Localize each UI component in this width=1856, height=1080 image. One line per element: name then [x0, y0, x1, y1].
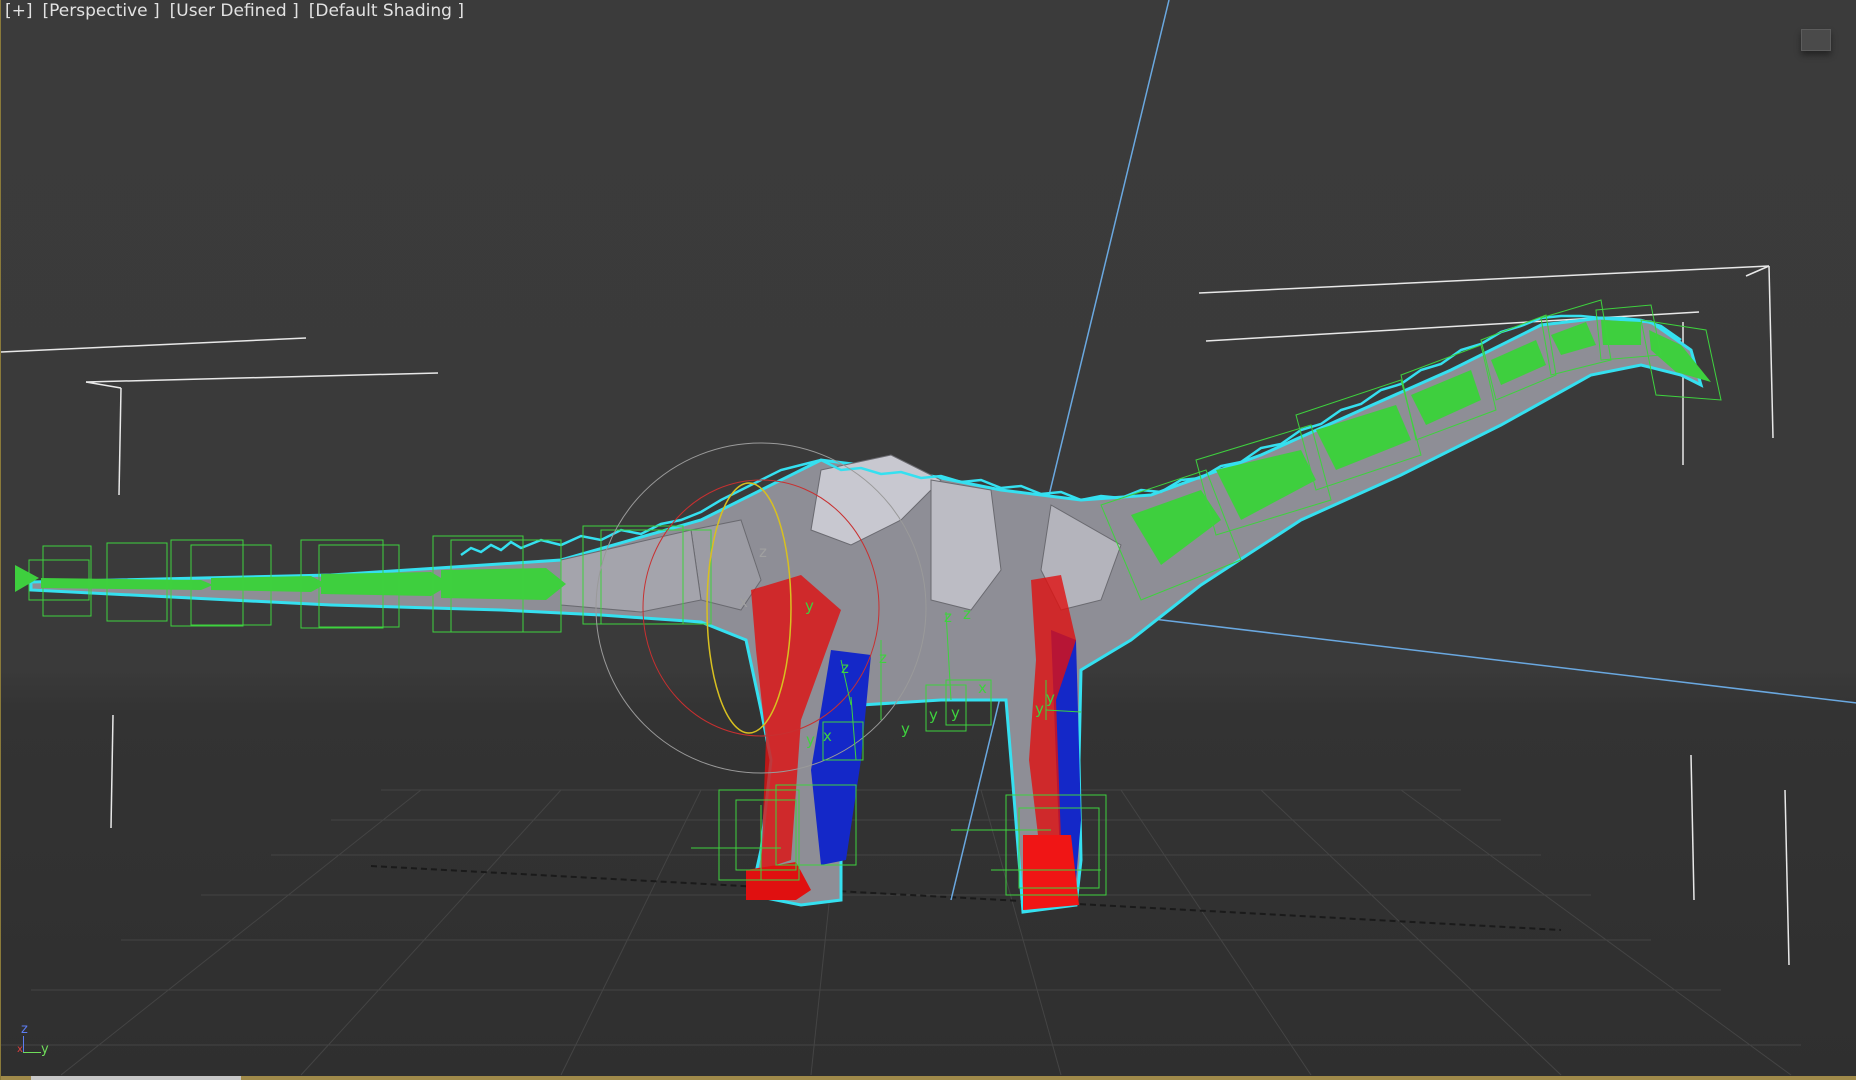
neck-bone: [1601, 320, 1641, 345]
axis-tripod: z y x: [17, 1022, 57, 1062]
ground-grid: [1, 789, 1801, 1076]
viewport-standard-label[interactable]: [User Defined ]: [170, 1, 299, 21]
scene-canvas[interactable]: z y x y z z z y x y x y y y z: [1, 0, 1856, 1080]
gizmo-label: y: [951, 704, 960, 722]
viewport-plus-menu[interactable]: [+]: [5, 1, 33, 21]
axis-z-label: z: [21, 1022, 28, 1037]
axis-z-line: [23, 1036, 24, 1052]
gizmo-label: y: [1035, 700, 1044, 718]
viewport-point-of-view-label[interactable]: [Perspective ]: [43, 1, 160, 21]
gizmo-label: z: [879, 649, 887, 667]
gizmo-label: z: [841, 659, 849, 677]
tail-bone: [211, 576, 326, 592]
perspective-viewport[interactable]: z y x y z z z y x y x y y y z [+] [Persp…: [0, 0, 1856, 1080]
axis-x-label: x: [17, 1044, 23, 1055]
grid-center-line: [370, 865, 1562, 931]
gizmo-label: z: [759, 543, 767, 561]
front-foot-red: [1023, 835, 1079, 910]
gizmo-label: y: [929, 706, 938, 724]
tail-bone: [321, 572, 451, 596]
gizmo-label: x: [739, 593, 748, 611]
gizmo-label: y: [806, 731, 815, 749]
gizmo-label: y: [805, 597, 814, 615]
gizmo-label: z: [963, 605, 971, 623]
viewport-label-menu[interactable]: [+] [Perspective ] [User Defined ] [Defa…: [5, 0, 464, 22]
gizmo-label: y: [901, 720, 910, 738]
tail-bone: [441, 568, 566, 600]
axis-y-line: [23, 1052, 41, 1053]
viewport-bottom-border: [1, 1076, 1856, 1080]
gizmo-label: y: [1046, 689, 1055, 707]
gizmo-label: z: [944, 608, 952, 626]
axis-y-label: y: [41, 1042, 49, 1057]
gizmo-label: x: [978, 679, 987, 697]
viewcube[interactable]: [1792, 24, 1840, 56]
gizmo-label: x: [823, 727, 832, 745]
viewcube-icon[interactable]: [1801, 29, 1831, 51]
viewport-scroll-tab[interactable]: [31, 1076, 241, 1080]
viewport-shading-label[interactable]: [Default Shading ]: [309, 1, 464, 21]
